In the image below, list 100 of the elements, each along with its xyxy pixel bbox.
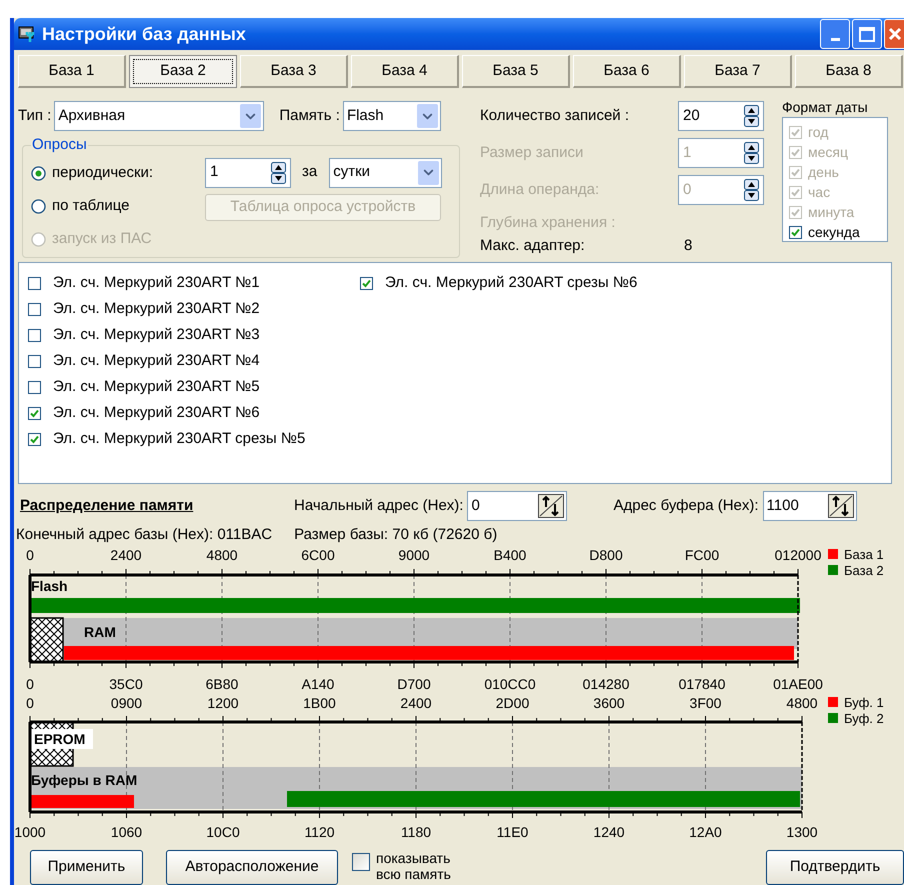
database-tab[interactable]: База 6 [573,55,681,88]
field-label: Память : [279,106,340,126]
device-item[interactable]: Эл. сч. Меркурий 230ART №4 [28,348,360,374]
checkbox[interactable] [352,853,370,871]
axis-tick-label: 1060 [110,824,142,840]
axis-tick-label: A140 [302,676,334,692]
device-item[interactable]: Эл. сч. Меркурий 230ART №2 [28,296,360,322]
auto-layout-button[interactable]: Авторасположение [166,850,338,885]
checkbox[interactable] [789,226,802,238]
address-field[interactable]: 1100 [762,491,857,521]
axis-tick-label: 1300 [786,824,818,840]
axis-tick-label: 010CC0 [484,676,536,692]
address-field[interactable]: 0 [467,491,568,521]
axis-tick-label: B400 [494,547,526,563]
info-text: Конечный адрес базы (Hex): 011BAC [16,524,272,545]
database-tab[interactable]: База 3 [240,55,348,88]
radio-icon[interactable] [31,166,46,180]
axis-tick-label: 2D00 [496,695,530,711]
group-title: Формат даты [782,98,869,117]
database-tab[interactable]: База 2 [129,55,237,88]
section-title: Распределение памяти [20,496,194,516]
field-value: 8 [684,236,692,256]
device-item[interactable]: Эл. сч. Меркурий 230ART №1 [28,270,360,296]
checkbox[interactable] [28,276,41,290]
radio-icon[interactable] [31,198,46,214]
axis-tick-label: FC00 [684,547,720,563]
radio-option[interactable]: периодически: [31,156,205,190]
checkbox[interactable] [28,328,41,342]
axis-tick-label: 0900 [110,695,142,711]
radio-option[interactable]: по таблице [31,190,205,222]
number-spin-field[interactable]: 20 [678,101,764,131]
axis-tick-label: 3F00 [690,695,722,711]
axis-tick-label: 1200 [207,695,239,711]
axis-tick-label: 6C00 [301,547,335,563]
checkbox[interactable] [360,276,373,290]
up-down-arrows-icon[interactable] [828,494,854,518]
axis-tick-label: 1120 [304,824,335,840]
region-label: Flash [31,578,68,594]
confirm-button[interactable]: Подтвердить [766,850,904,885]
device-item[interactable]: Эл. сч. Меркурий 230ART №5 [28,374,360,400]
period-unit-dropdown[interactable]: сутки [329,158,442,188]
database-tab[interactable]: База 5 [462,55,570,88]
axis-tick-label: 0 [26,547,34,563]
checkbox[interactable] [28,406,41,420]
legend-label: База 2 [844,563,884,578]
axis-tick-label: 0 [26,676,34,692]
field-label: Адрес буфера (Hex): [613,496,759,516]
axis-tick-label: 3600 [593,695,625,711]
spin-arrows-icon[interactable] [271,162,286,184]
device-item[interactable]: Эл. сч. Меркурий 230ART срезы №5 [28,426,360,452]
region-label: Буферы в RAM [31,772,138,788]
checkbox[interactable] [28,380,41,394]
axis-tick-label: 017840 [678,676,726,692]
close-icon[interactable] [884,19,904,49]
database-tab[interactable]: База 4 [351,55,459,88]
up-down-arrows-icon[interactable] [538,494,564,518]
axis-tick-label: 1B00 [303,695,336,711]
axis-tick-label: 35C0 [109,676,143,692]
minimize-icon[interactable] [820,19,850,49]
axis-tick-label: 6B80 [206,676,238,692]
checkbox[interactable] [28,432,41,446]
show-all-memory-option[interactable]: показывать всю память [352,850,476,882]
checkbox[interactable] [28,302,41,316]
field-label: Глубина хранения : [480,213,616,233]
database-tab[interactable]: База 1 [18,55,126,88]
device-item[interactable]: Эл. сч. Меркурий 230ART №3 [28,322,360,348]
axis-tick-label: 4800 [786,695,818,711]
axis-tick-label: 014280 [582,676,630,692]
axis-tick-label: 9000 [398,547,430,563]
device-item[interactable]: Эл. сч. Меркурий 230ART срезы №6 [360,270,638,296]
axis-tick-label: 2400 [400,695,432,711]
database-tab[interactable]: База 8 [795,55,903,88]
field-label: Тип : [18,106,52,126]
memory-dropdown[interactable]: Flash [342,101,441,131]
region-label: EPROM [34,731,86,747]
period-spin-field[interactable]: 1 [205,158,291,188]
device-item[interactable]: Эл. сч. Меркурий 230ART №6 [28,400,360,426]
window-title: Настройки баз данных [42,22,246,46]
apply-button[interactable]: Применить [30,850,143,885]
axis-tick-label: 10C0 [206,824,240,840]
field-label: Макс. адаптер: [480,236,586,256]
maximize-icon[interactable] [852,19,882,49]
field-label: Длина операнда: [480,180,600,200]
axis-tick-label: 012000 [774,547,822,563]
group-title: Опросы [31,135,88,155]
axis-tick-label: 2400 [110,547,142,563]
database-tab[interactable]: База 7 [684,55,792,88]
field-label: за [302,162,318,182]
checkbox[interactable] [28,354,41,368]
date-format-item[interactable]: секунда [789,222,887,242]
spin-arrows-icon[interactable] [744,105,759,127]
field-label: Количество записей : [480,106,630,126]
type-dropdown[interactable]: Архивная [54,101,264,131]
spin-arrows-icon[interactable] [744,142,759,164]
axis-tick-label: 1000 [14,824,46,840]
field-label: Размер записи [480,142,584,163]
spin-arrows-icon[interactable] [744,179,759,201]
axis-tick-label: 11E0 [496,824,528,840]
axis-tick-label: D800 [589,547,623,563]
axis-tick-label: 0 [26,695,34,711]
